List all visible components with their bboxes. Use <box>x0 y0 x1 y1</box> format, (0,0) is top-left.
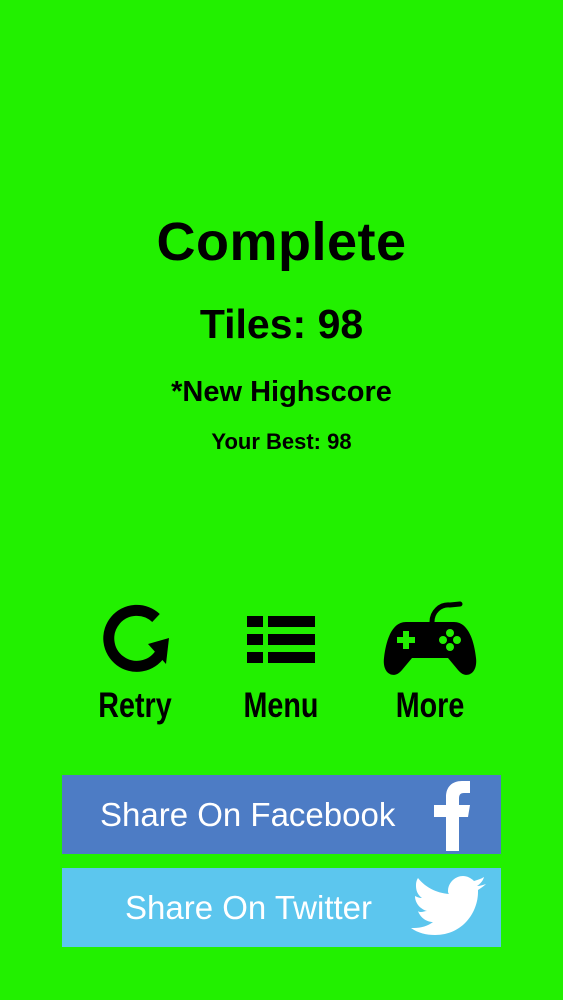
list-icon <box>206 600 356 682</box>
menu-button[interactable]: Menu <box>206 600 356 730</box>
more-games-button[interactable]: More <box>355 600 505 730</box>
more-label: More <box>395 686 465 725</box>
retry-label: Retry <box>98 686 172 725</box>
menu-label: Menu <box>243 686 319 725</box>
tiles-score: Tiles: 98 <box>199 301 364 347</box>
facebook-icon <box>424 775 484 854</box>
best-score: Your Best: 98 <box>211 429 352 454</box>
retry-icon <box>60 600 210 682</box>
twitter-bird-icon <box>406 868 490 947</box>
share-twitter-button[interactable]: Share On Twitter <box>62 868 501 947</box>
new-highscore-notice: *New Highscore <box>171 376 392 408</box>
share-facebook-button[interactable]: Share On Facebook <box>62 775 501 854</box>
share-facebook-label: Share On Facebook <box>100 796 396 833</box>
retry-button[interactable]: Retry <box>60 600 210 730</box>
game-over-screen: Complete Tiles: 98 *New Highscore Your B… <box>0 0 563 1000</box>
result-title: Complete <box>156 212 407 272</box>
share-twitter-label: Share On Twitter <box>125 889 373 926</box>
gamepad-icon <box>355 600 505 682</box>
